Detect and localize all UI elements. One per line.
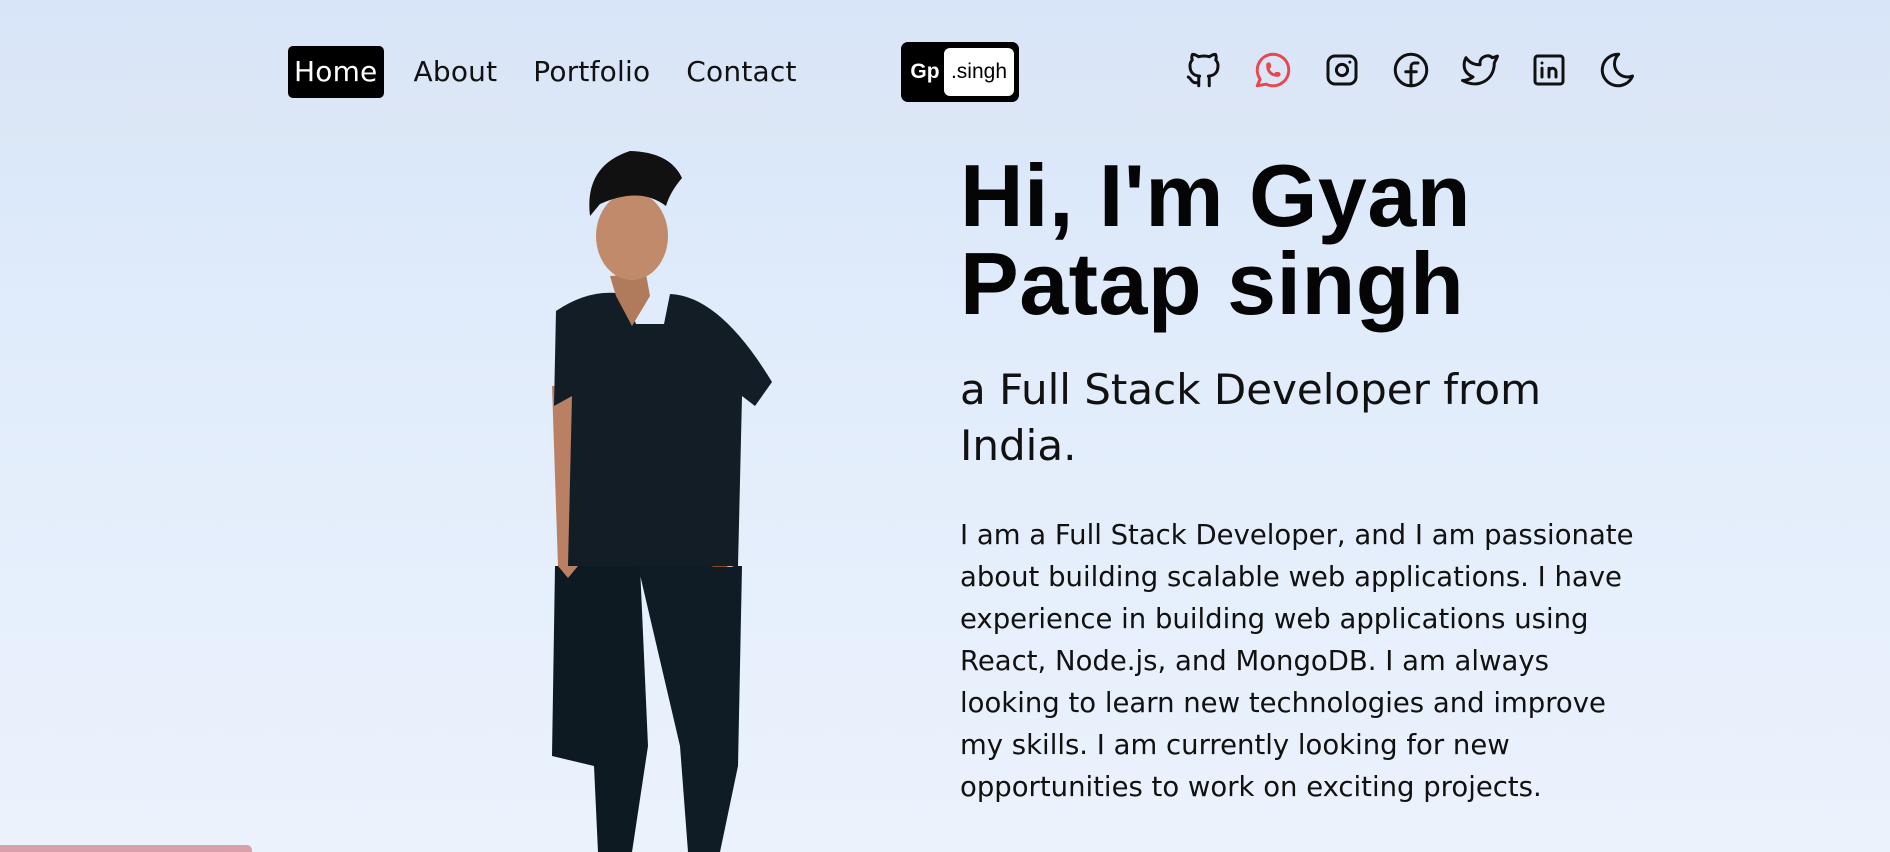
linkedin-icon[interactable] [1527,48,1571,92]
moon-icon[interactable] [1596,48,1640,92]
github-icon[interactable] [1182,48,1226,92]
navbar: Home About Portfolio Contact Gp .singh [0,0,1890,146]
nav-link-home[interactable]: Home [288,46,384,98]
instagram-icon[interactable] [1320,48,1364,92]
profile-photo [520,146,790,852]
bottom-bar [0,845,252,852]
nav-link-contact[interactable]: Contact [680,46,802,98]
nav-link-about[interactable]: About [408,46,504,98]
hero-section: Hi, I'm Gyan Patap singh a Full Stack De… [960,152,1660,808]
whatsapp-icon[interactable] [1251,48,1295,92]
logo-prefix: Gp [910,60,940,83]
hero-title: Hi, I'm Gyan Patap singh [960,152,1660,328]
twitter-icon[interactable] [1458,48,1502,92]
hero-bio: I am a Full Stack Developer, and I am pa… [960,519,1634,803]
site-logo[interactable]: Gp .singh [901,42,1019,102]
social-links [1182,48,1665,92]
nav-links: Home About Portfolio Contact [288,45,827,99]
hero-title-line2: Patap singh [960,234,1465,333]
facebook-icon[interactable] [1389,48,1433,92]
nav-link-portfolio[interactable]: Portfolio [527,46,656,98]
hero-title-line1: Hi, I'm Gyan [960,146,1472,245]
logo-name: .singh [944,48,1014,96]
hero-subtitle: a Full Stack Developer from India. [960,365,1541,470]
